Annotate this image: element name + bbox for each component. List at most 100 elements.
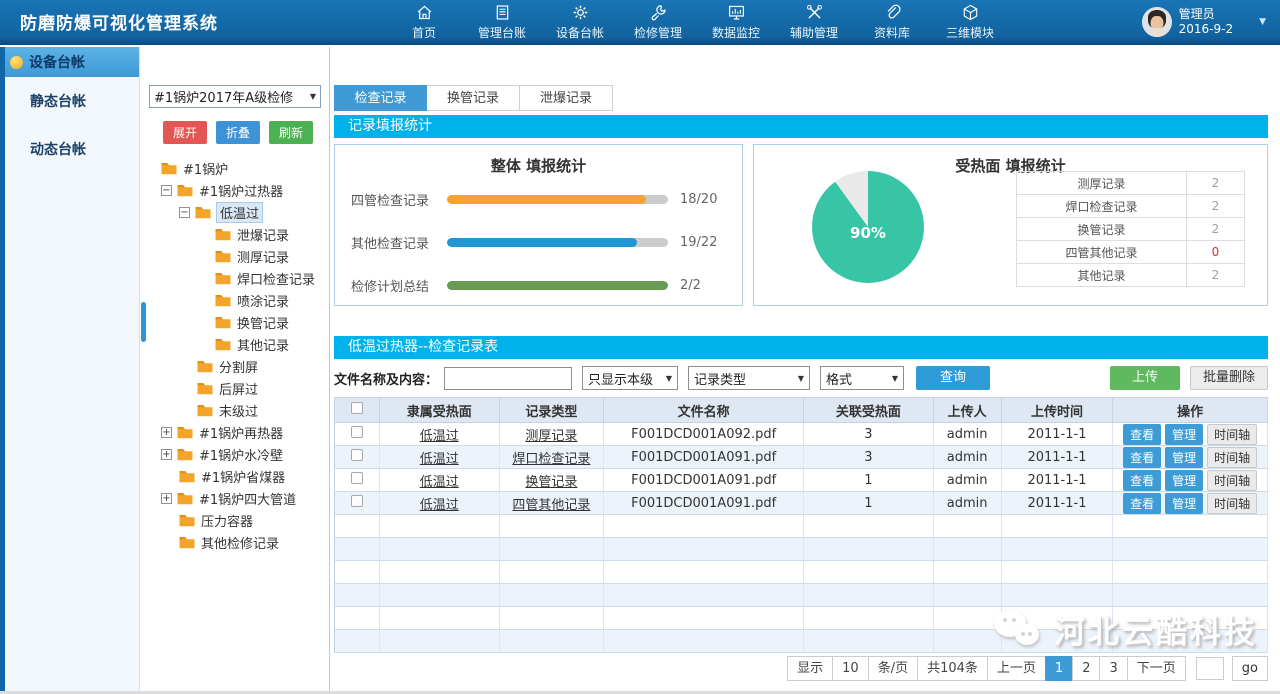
prev-page-button[interactable]: 上一页 bbox=[987, 656, 1046, 681]
page-number-1[interactable]: 1 bbox=[1045, 656, 1073, 681]
surface-link[interactable]: 低温过 bbox=[420, 429, 459, 444]
tab-换管记录[interactable]: 换管记录 bbox=[427, 85, 520, 111]
records-section-header: 低温过热器--检查记录表 bbox=[334, 336, 1268, 359]
batch-delete-button[interactable]: 批量删除 bbox=[1190, 366, 1268, 390]
nav-item-检修管理[interactable]: 检修管理 bbox=[619, 0, 697, 44]
page-number-3[interactable]: 3 bbox=[1099, 656, 1127, 681]
surface-cell[interactable]: 低温过 bbox=[379, 492, 499, 515]
tree-node-喷涂记录[interactable]: 喷涂记录 bbox=[141, 289, 329, 311]
tree-button-刷新[interactable]: 刷新 bbox=[269, 121, 313, 144]
upload-button[interactable]: 上传 bbox=[1110, 366, 1180, 390]
manage-button[interactable]: 管理 bbox=[1165, 424, 1203, 445]
stat-bar-row: 检修计划总结2/2 bbox=[351, 276, 726, 295]
folder-icon bbox=[197, 360, 219, 373]
tree-node-#1锅炉过热器[interactable]: −#1锅炉过热器 bbox=[141, 179, 329, 201]
expand-icon[interactable]: + bbox=[161, 427, 172, 438]
record-type-cell[interactable]: 换管记录 bbox=[499, 469, 604, 492]
stat-bar-track bbox=[447, 195, 668, 204]
tree-button-展开[interactable]: 展开 bbox=[163, 121, 207, 144]
overhaul-select[interactable]: #1锅炉2017年A级检修 ▼ bbox=[149, 85, 321, 108]
page-go-button[interactable]: go bbox=[1232, 656, 1268, 681]
tree-scrollbar[interactable] bbox=[141, 302, 146, 342]
upload-time-cell: 2011-1-1 bbox=[1001, 423, 1113, 446]
record-type-link[interactable]: 四管其他记录 bbox=[512, 498, 590, 513]
tree-node-#1锅炉再热器[interactable]: +#1锅炉再热器 bbox=[141, 421, 329, 443]
tree-node-#1锅炉水冷壁[interactable]: +#1锅炉水冷壁 bbox=[141, 443, 329, 465]
expand-icon[interactable]: + bbox=[161, 493, 172, 504]
next-page-button[interactable]: 下一页 bbox=[1127, 656, 1186, 681]
collapse-icon[interactable]: − bbox=[161, 185, 172, 196]
folder-icon bbox=[177, 426, 199, 439]
tree-node-#1锅炉省煤器[interactable]: #1锅炉省煤器 bbox=[141, 465, 329, 487]
folder-icon bbox=[215, 250, 237, 263]
nav-item-管理台账[interactable]: 管理台账 bbox=[463, 0, 541, 44]
record-type-cell[interactable]: 焊口检查记录 bbox=[499, 446, 604, 469]
tree-node-#1锅炉[interactable]: #1锅炉 bbox=[141, 157, 329, 179]
tree-node-分割屏[interactable]: 分割屏 bbox=[141, 355, 329, 377]
record-type-cell[interactable]: 四管其他记录 bbox=[499, 492, 604, 515]
record-type-select[interactable]: 记录类型▼ bbox=[688, 366, 810, 390]
collapse-icon[interactable]: − bbox=[179, 207, 190, 218]
timeline-button[interactable]: 时间轴 bbox=[1207, 493, 1257, 514]
view-button[interactable]: 查看 bbox=[1123, 470, 1161, 491]
sidebar-item-设备台帐[interactable]: 设备台帐 bbox=[0, 47, 139, 77]
tree-node-后屏过[interactable]: 后屏过 bbox=[141, 377, 329, 399]
tree-node-其他记录[interactable]: 其他记录 bbox=[141, 333, 329, 355]
nav-item-数据监控[interactable]: 数据监控 bbox=[697, 0, 775, 44]
surface-cell[interactable]: 低温过 bbox=[379, 423, 499, 446]
page-jump-input[interactable] bbox=[1196, 657, 1224, 680]
nav-item-label: 设备台帐 bbox=[556, 24, 604, 41]
tree-node-末级过[interactable]: 末级过 bbox=[141, 399, 329, 421]
page-number-2[interactable]: 2 bbox=[1072, 656, 1100, 681]
sidebar-item-静态台帐[interactable]: 静态台帐 bbox=[0, 77, 139, 125]
tree-node-泄爆记录[interactable]: 泄爆记录 bbox=[141, 223, 329, 245]
record-type-link[interactable]: 测厚记录 bbox=[525, 429, 577, 444]
tree-node-压力容器[interactable]: 压力容器 bbox=[141, 509, 329, 531]
surface-link[interactable]: 低温过 bbox=[420, 452, 459, 467]
sidebar-item-动态台帐[interactable]: 动态台帐 bbox=[0, 125, 139, 173]
manage-button[interactable]: 管理 bbox=[1165, 470, 1203, 491]
tab-检查记录[interactable]: 检查记录 bbox=[334, 85, 427, 111]
tree-button-折叠[interactable]: 折叠 bbox=[216, 121, 260, 144]
format-select[interactable]: 格式▼ bbox=[820, 366, 904, 390]
row-checkbox[interactable] bbox=[351, 495, 363, 507]
tree-node-其他检修记录[interactable]: 其他检修记录 bbox=[141, 531, 329, 553]
timeline-button[interactable]: 时间轴 bbox=[1207, 470, 1257, 491]
manage-button[interactable]: 管理 bbox=[1165, 447, 1203, 468]
view-button[interactable]: 查看 bbox=[1123, 424, 1161, 445]
tree-node-焊口检查记录[interactable]: 焊口检查记录 bbox=[141, 267, 329, 289]
manage-button[interactable]: 管理 bbox=[1165, 493, 1203, 514]
surface-link[interactable]: 低温过 bbox=[420, 475, 459, 490]
search-button[interactable]: 查询 bbox=[916, 366, 990, 390]
record-type-cell[interactable]: 测厚记录 bbox=[499, 423, 604, 446]
row-checkbox[interactable] bbox=[351, 472, 363, 484]
nav-item-三维模块[interactable]: 三维模块 bbox=[931, 0, 1009, 44]
tab-泄爆记录[interactable]: 泄爆记录 bbox=[520, 85, 613, 111]
nav-item-首页[interactable]: 首页 bbox=[385, 0, 463, 44]
nav-item-资料库[interactable]: 资料库 bbox=[853, 0, 931, 44]
nav-item-辅助管理[interactable]: 辅助管理 bbox=[775, 0, 853, 44]
surface-cell[interactable]: 低温过 bbox=[379, 469, 499, 492]
view-button[interactable]: 查看 bbox=[1123, 447, 1161, 468]
nav-item-设备台帐[interactable]: 设备台帐 bbox=[541, 0, 619, 44]
select-all-checkbox[interactable] bbox=[351, 402, 363, 414]
timeline-button[interactable]: 时间轴 bbox=[1207, 447, 1257, 468]
row-checkbox[interactable] bbox=[351, 449, 363, 461]
scope-select[interactable]: 只显示本级▼ bbox=[582, 366, 678, 390]
file-search-input[interactable] bbox=[444, 367, 572, 390]
record-type-link[interactable]: 换管记录 bbox=[525, 475, 577, 490]
view-button[interactable]: 查看 bbox=[1123, 493, 1161, 514]
tree-node-#1锅炉四大管道[interactable]: +#1锅炉四大管道 bbox=[141, 487, 329, 509]
expand-icon[interactable]: + bbox=[161, 449, 172, 460]
surface-link[interactable]: 低温过 bbox=[420, 498, 459, 513]
tree-node-换管记录[interactable]: 换管记录 bbox=[141, 311, 329, 333]
tree-node-测厚记录[interactable]: 测厚记录 bbox=[141, 245, 329, 267]
user-area[interactable]: 管理员 2016-9-2 ▼ bbox=[1142, 7, 1280, 37]
caret-down-icon[interactable]: ▼ bbox=[1259, 17, 1266, 27]
avatar[interactable] bbox=[1142, 7, 1172, 37]
surface-cell[interactable]: 低温过 bbox=[379, 446, 499, 469]
tree-node-低温过[interactable]: −低温过 bbox=[141, 201, 329, 223]
timeline-button[interactable]: 时间轴 bbox=[1207, 424, 1257, 445]
row-checkbox[interactable] bbox=[351, 426, 363, 438]
record-type-link[interactable]: 焊口检查记录 bbox=[512, 452, 590, 467]
